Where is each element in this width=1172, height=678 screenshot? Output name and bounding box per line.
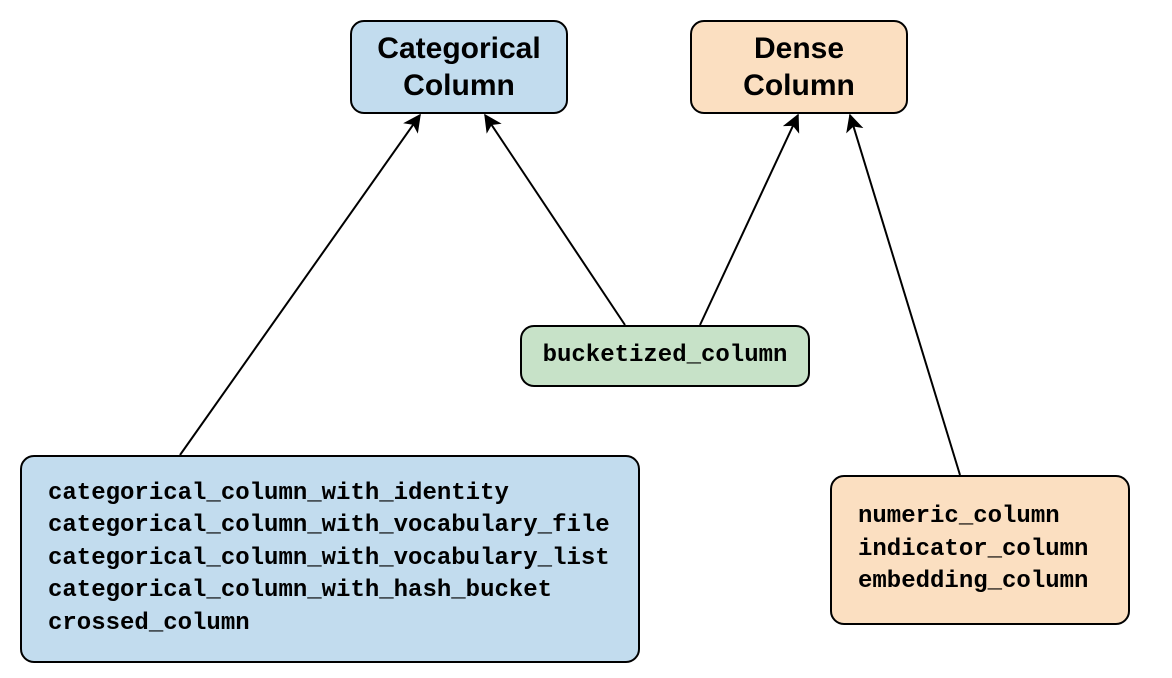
node-categorical-list: categorical_column_with_identity categor… (20, 455, 640, 663)
edge-denselist-to-dense (850, 115, 960, 475)
cat-list-item-3: categorical_column_with_hash_bucket (48, 575, 552, 607)
node-categorical-line2: Column (403, 67, 515, 105)
node-bucketized-label: bucketized_column (543, 341, 788, 371)
cat-list-item-0: categorical_column_with_identity (48, 478, 509, 510)
node-dense-line1: Dense (754, 30, 844, 68)
edge-bucketized-to-dense (700, 115, 798, 325)
node-dense-column: Dense Column (690, 20, 908, 114)
edge-catlist-to-categorical (180, 115, 420, 455)
edge-bucketized-to-categorical (485, 115, 625, 325)
node-categorical-line1: Categorical (377, 30, 540, 68)
diagram-canvas: Categorical Column Dense Column bucketiz… (0, 0, 1172, 678)
dense-list-item-2: embedding_column (858, 566, 1088, 598)
dense-list-item-0: numeric_column (858, 501, 1060, 533)
cat-list-item-4: crossed_column (48, 608, 250, 640)
node-dense-list: numeric_column indicator_column embeddin… (830, 475, 1130, 625)
cat-list-item-2: categorical_column_with_vocabulary_list (48, 543, 610, 575)
node-bucketized-column: bucketized_column (520, 325, 810, 387)
node-dense-line2: Column (743, 67, 855, 105)
node-categorical-column: Categorical Column (350, 20, 568, 114)
dense-list-item-1: indicator_column (858, 534, 1088, 566)
cat-list-item-1: categorical_column_with_vocabulary_file (48, 510, 610, 542)
